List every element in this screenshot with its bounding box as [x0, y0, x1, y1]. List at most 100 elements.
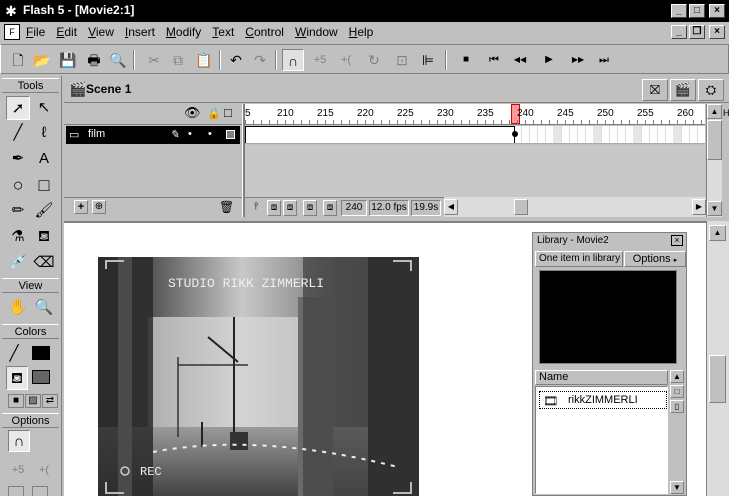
straighten-icon[interactable]: +(: [335, 49, 357, 71]
redo-icon[interactable]: ↷: [249, 49, 271, 71]
undo-icon[interactable]: ↶: [225, 49, 247, 71]
show-hide-eye-icon[interactable]: 👁: [184, 105, 201, 121]
dropper-tool-icon[interactable]: 💉: [6, 251, 30, 275]
menu-text[interactable]: Text: [212, 25, 234, 39]
frame-cell[interactable]: [561, 126, 562, 143]
stage-vertical-scrollbar[interactable]: ▲: [706, 221, 729, 496]
print-icon[interactable]: 🖶: [83, 49, 105, 71]
open-file-icon[interactable]: 📂: [31, 49, 53, 71]
frame-cell[interactable]: [609, 126, 610, 143]
frame-cell[interactable]: [529, 126, 530, 143]
menu-edit[interactable]: Edit: [56, 25, 77, 39]
add-layer-icon[interactable]: +: [74, 200, 88, 214]
scale-icon[interactable]: ⊡: [391, 49, 413, 71]
snap-magnet-icon[interactable]: ∩: [282, 49, 304, 71]
paste-icon[interactable]: 📋: [193, 49, 215, 71]
frame-cell[interactable]: [649, 126, 650, 143]
scroll-thumb[interactable]: [514, 199, 528, 215]
scroll-right-icon[interactable]: ▶: [692, 199, 706, 215]
vscroll-thumb[interactable]: [707, 120, 722, 160]
hand-tool-icon[interactable]: ✋: [6, 296, 30, 320]
subselect-tool-icon[interactable]: ↖: [32, 96, 56, 120]
rotate-option-icon[interactable]: [8, 486, 24, 496]
copy-icon[interactable]: ⧉: [167, 49, 189, 71]
menu-control[interactable]: Control: [245, 25, 284, 39]
ink-bottle-tool-icon[interactable]: ⚗: [6, 225, 30, 249]
frame-cell[interactable]: [537, 126, 538, 143]
stage-scroll-up-icon[interactable]: ▲: [709, 225, 726, 241]
timeline-horizontal-scrollbar[interactable]: ◀ ▶: [444, 197, 706, 217]
scroll-up-icon[interactable]: ▲: [707, 104, 722, 119]
edit-scene-icon[interactable]: ⛝: [642, 79, 668, 101]
pencil-tool-icon[interactable]: ✏: [6, 199, 30, 223]
align-icon[interactable]: ⊫: [417, 49, 439, 71]
snap-option-icon[interactable]: ∩: [8, 430, 30, 452]
new-file-icon[interactable]: 🗋: [7, 49, 29, 71]
outline-all-icon[interactable]: □: [224, 105, 232, 120]
menu-insert[interactable]: Insert: [125, 25, 155, 39]
library-name-header[interactable]: Name: [535, 370, 668, 385]
video-frame[interactable]: STUDIO RIKK ZIMMERLI REC: [98, 257, 419, 496]
zoom-control-icon[interactable]: ⛭: [698, 79, 724, 101]
step-forward-icon[interactable]: ▶▶: [567, 49, 589, 71]
layer-outline-square[interactable]: [226, 130, 235, 139]
rectangle-tool-icon[interactable]: □: [32, 173, 56, 197]
flash-app-icon[interactable]: ✱: [3, 3, 19, 19]
frame-cell[interactable]: [617, 126, 618, 143]
frame-cell[interactable]: [521, 126, 522, 143]
lock-all-icon[interactable]: 🔒: [207, 107, 221, 120]
delete-layer-icon[interactable]: 🗑: [219, 200, 234, 214]
scale-option-icon[interactable]: [32, 486, 48, 496]
close-button[interactable]: ×: [709, 4, 725, 18]
maximize-button[interactable]: □: [689, 4, 705, 18]
onion-skin-icon[interactable]: ⧈: [267, 200, 281, 216]
smooth-option-icon[interactable]: +5: [6, 458, 30, 482]
stage-scroll-thumb[interactable]: [709, 355, 726, 403]
frame-cell[interactable]: [673, 126, 681, 143]
cut-icon[interactable]: ✂: [143, 49, 165, 71]
fill-color-swatch[interactable]: [32, 370, 50, 384]
library-title[interactable]: Library - Movie2: [534, 234, 685, 249]
frame-cell[interactable]: [585, 126, 586, 143]
straighten-option-icon[interactable]: +(: [32, 458, 56, 482]
narrow-state-icon[interactable]: ▯: [670, 400, 684, 413]
frame-cell[interactable]: [545, 126, 546, 143]
menu-view[interactable]: View: [88, 25, 114, 39]
library-close-icon[interactable]: ×: [671, 235, 683, 246]
timeline-vertical-scrollbar[interactable]: ▲ ▼: [706, 104, 722, 217]
frame-cell[interactable]: [601, 126, 602, 143]
layer-lock-dot[interactable]: •: [208, 128, 212, 140]
doc-close-button[interactable]: ×: [709, 25, 725, 39]
pen-tool-icon[interactable]: ✒: [6, 147, 30, 171]
menu-window[interactable]: Window: [295, 25, 338, 39]
rewind-icon[interactable]: ⏮: [483, 49, 505, 71]
default-colors-icon[interactable]: ■: [8, 394, 24, 408]
layer-row-film[interactable]: ▭ film ✎ • •: [66, 126, 240, 144]
modify-markers-icon[interactable]: ⧈: [323, 200, 337, 216]
frame-cell[interactable]: [577, 126, 578, 143]
wide-state-icon[interactable]: □: [670, 385, 684, 398]
stop-icon[interactable]: ■: [455, 49, 477, 71]
frame-ruler[interactable]: 5 210 215 220 225 230 235 240 245 250 255 260: [245, 104, 705, 125]
library-scroll-down-icon[interactable]: ▼: [670, 481, 684, 494]
step-back-icon[interactable]: ◀◀: [509, 49, 531, 71]
frame-cell[interactable]: [569, 126, 570, 143]
frame-cell[interactable]: [657, 126, 658, 143]
smooth-icon[interactable]: +5: [309, 49, 331, 71]
layer-frames-film[interactable]: [245, 126, 705, 144]
scroll-down-icon[interactable]: ▼: [707, 201, 722, 216]
add-guide-layer-icon[interactable]: ⊕: [92, 200, 106, 214]
layer-visible-dot[interactable]: •: [188, 128, 192, 140]
library-options-menu[interactable]: Options ▸: [624, 251, 686, 267]
lasso-tool-icon[interactable]: ℓ: [32, 121, 56, 145]
menu-file[interactable]: File: [26, 25, 45, 39]
frame-cell[interactable]: [633, 126, 641, 143]
frame-cell[interactable]: [681, 126, 682, 143]
minimize-button[interactable]: _: [671, 4, 687, 18]
frame-cell[interactable]: [689, 126, 690, 143]
scroll-left-icon[interactable]: ◀: [444, 199, 458, 215]
onion-outline-icon[interactable]: ⧈: [283, 200, 297, 216]
frame-cell[interactable]: [641, 126, 642, 143]
frame-cell[interactable]: [625, 126, 626, 143]
edit-symbols-icon[interactable]: 🎬: [670, 79, 696, 101]
